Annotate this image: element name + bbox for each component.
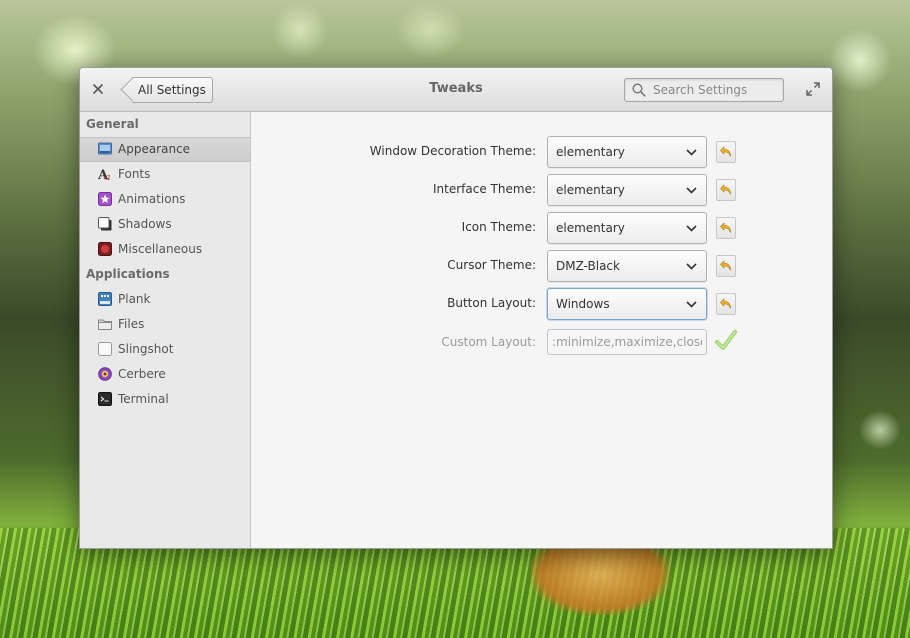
chevron-down-icon <box>686 225 697 232</box>
cursor-theme-combo[interactable]: DMZ-Black <box>547 250 707 282</box>
interface-theme-reset-button[interactable] <box>716 179 736 201</box>
icon-theme-value: elementary <box>556 221 625 235</box>
undo-icon <box>720 222 731 233</box>
button-layout-row: Button Layout: Windows <box>251 288 832 320</box>
terminal-icon <box>98 392 112 406</box>
close-button[interactable] <box>89 80 107 98</box>
sidebar-item-slingshot[interactable]: Slingshot <box>80 337 250 362</box>
shadows-icon <box>98 217 112 231</box>
sidebar-item-label: Animations <box>118 192 186 206</box>
button-layout-reset-button[interactable] <box>716 293 736 315</box>
interface-theme-label: Interface Theme: <box>433 182 536 196</box>
window-decoration-combo[interactable]: elementary <box>547 136 707 168</box>
sidebar-item-miscellaneous[interactable]: Miscellaneous <box>80 237 250 262</box>
close-icon <box>93 84 103 94</box>
sidebar-item-label: Plank <box>118 292 151 306</box>
icon-theme-reset-button[interactable] <box>716 217 736 239</box>
sidebar-item-label: Slingshot <box>118 342 174 356</box>
sidebar-header-applications: Applications <box>86 267 170 281</box>
window-decoration-value: elementary <box>556 145 625 159</box>
undo-icon <box>720 298 731 309</box>
sidebar-item-label: Miscellaneous <box>118 242 203 256</box>
sidebar-item-files[interactable]: Files <box>80 312 250 337</box>
interface-theme-value: elementary <box>556 183 625 197</box>
undo-icon <box>720 184 731 195</box>
all-settings-back-button[interactable]: All Settings <box>132 77 213 103</box>
custom-layout-input[interactable] <box>552 333 702 351</box>
animations-icon <box>98 192 112 206</box>
chevron-down-icon <box>686 149 697 156</box>
sidebar-item-fonts[interactable]: A a Fonts <box>80 162 250 187</box>
search-icon <box>632 83 646 97</box>
interface-theme-row: Interface Theme: elementary <box>251 174 832 206</box>
window-decoration-label: Window Decoration Theme: <box>369 144 536 158</box>
appearance-icon <box>98 142 112 155</box>
sidebar-item-label: Shadows <box>118 217 172 231</box>
appearance-panel: Window Decoration Theme: elementary Inte… <box>251 112 832 548</box>
slingshot-icon <box>98 342 112 356</box>
search-input[interactable] <box>653 81 777 99</box>
chevron-down-icon <box>686 263 697 270</box>
sidebar-item-label: Files <box>118 317 145 331</box>
sidebar-item-animations[interactable]: Animations <box>80 187 250 212</box>
plank-icon <box>98 292 112 306</box>
miscellaneous-icon <box>98 242 112 256</box>
sidebar-item-plank[interactable]: Plank <box>80 287 250 312</box>
sidebar-item-label: Cerbere <box>118 367 166 381</box>
all-settings-label: All Settings <box>138 83 206 97</box>
chevron-down-icon <box>686 187 697 194</box>
cerbere-icon <box>98 367 112 381</box>
sidebar: General Appearance A a Fonts Animations <box>80 112 251 548</box>
interface-theme-combo[interactable]: elementary <box>547 174 707 206</box>
window-decoration-row: Window Decoration Theme: elementary <box>251 136 832 168</box>
chevron-down-icon <box>686 301 697 308</box>
sidebar-item-label: Fonts <box>118 167 151 181</box>
button-layout-label: Button Layout: <box>447 296 536 310</box>
icon-theme-label: Icon Theme: <box>461 220 536 234</box>
sidebar-item-shadows[interactable]: Shadows <box>80 212 250 237</box>
window-decoration-reset-button[interactable] <box>716 141 736 163</box>
sidebar-item-cerbere[interactable]: Cerbere <box>80 362 250 387</box>
fonts-icon: A a <box>98 168 110 181</box>
custom-layout-row: Custom Layout: <box>251 328 832 360</box>
checkmark-icon[interactable] <box>714 328 738 354</box>
button-layout-value: Windows <box>556 297 610 311</box>
maximize-icon[interactable] <box>806 82 820 96</box>
undo-icon <box>720 146 731 157</box>
sidebar-item-appearance[interactable]: Appearance <box>80 137 250 162</box>
titlebar: All Settings Tweaks <box>80 68 832 112</box>
sidebar-header-general: General <box>86 117 139 131</box>
files-icon <box>98 319 112 330</box>
cursor-theme-row: Cursor Theme: DMZ-Black <box>251 250 832 282</box>
icon-theme-row: Icon Theme: elementary <box>251 212 832 244</box>
custom-layout-field[interactable] <box>547 329 707 355</box>
wallpaper-leaf <box>530 545 670 615</box>
icon-theme-combo[interactable]: elementary <box>547 212 707 244</box>
custom-layout-label: Custom Layout: <box>441 335 536 349</box>
sidebar-item-terminal[interactable]: Terminal <box>80 387 250 412</box>
svg-text:a: a <box>105 173 110 181</box>
cursor-theme-label: Cursor Theme: <box>447 258 536 272</box>
search-field[interactable] <box>624 78 784 102</box>
sidebar-item-label: Terminal <box>118 392 169 406</box>
button-layout-combo[interactable]: Windows <box>547 288 707 320</box>
cursor-theme-reset-button[interactable] <box>716 255 736 277</box>
cursor-theme-value: DMZ-Black <box>556 259 620 273</box>
settings-window: All Settings Tweaks General Appearance <box>79 67 833 549</box>
undo-icon <box>720 260 731 271</box>
sidebar-item-label: Appearance <box>118 142 191 156</box>
